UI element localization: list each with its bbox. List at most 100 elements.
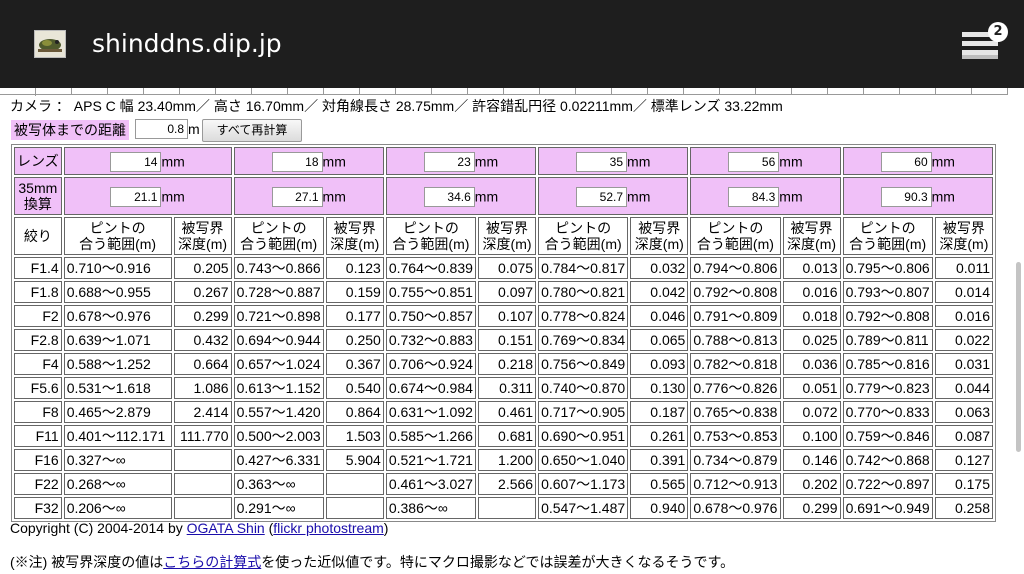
dof-head-line1: 被写界 xyxy=(486,220,529,236)
focus-range-cell: 0.401～112.171 xyxy=(63,425,172,447)
equiv-focal-input[interactable]: 27.1 xyxy=(271,186,323,207)
tabs-button[interactable]: 2 xyxy=(960,22,1010,66)
cutoff-cell xyxy=(864,88,900,95)
unit-label: mm xyxy=(931,153,955,170)
distance-input[interactable]: 0.8 xyxy=(135,119,188,139)
equiv-focal-input[interactable]: 52.7 xyxy=(576,186,628,207)
equiv-label: 35mm 換算 xyxy=(14,177,62,215)
dof-cell: 0.123 xyxy=(325,257,384,279)
cutoff-cell xyxy=(396,88,432,95)
cutoff-cell xyxy=(936,88,972,95)
dof-cell: 0.100 xyxy=(782,425,841,447)
equiv-focal-input[interactable]: 90.3 xyxy=(880,186,932,207)
dof-cell: 0.175 xyxy=(934,473,993,495)
focus-range-header: ピントの 合う範囲(m) xyxy=(538,217,629,255)
focus-head-line2: 合う範囲(m) xyxy=(544,236,622,252)
focus-range-cell: 0.734～0.879 xyxy=(690,449,781,471)
equiv-focal-input[interactable]: 84.3 xyxy=(728,186,780,207)
lens-focal-input[interactable]: 18 xyxy=(271,151,323,172)
lens-focal-input[interactable]: 14 xyxy=(110,151,162,172)
cutoff-cell xyxy=(468,88,504,95)
focus-range-cell: 0.788～0.813 xyxy=(690,329,781,351)
recalculate-all-button[interactable]: すべて再計算 xyxy=(202,119,302,142)
dof-cell: 1.086 xyxy=(173,377,232,399)
lens-cell: 35 mm xyxy=(538,147,689,175)
focus-range-cell: 0.769～0.834 xyxy=(538,329,629,351)
focus-range-cell: 0.784～0.817 xyxy=(538,257,629,279)
focus-range-cell: 0.639～1.071 xyxy=(63,329,172,351)
dof-cell: 0.051 xyxy=(782,377,841,399)
note: (※注) 被写界深度の値はこちらの計算式を使った近似値です。特にマクロ撮影などで… xyxy=(10,553,734,571)
focus-range-cell: 0.791～0.809 xyxy=(690,305,781,327)
dof-header: 被写界 深度(m) xyxy=(173,217,232,255)
formula-link[interactable]: こちらの計算式 xyxy=(163,554,261,570)
lens-focal-input[interactable]: 35 xyxy=(576,151,628,172)
focus-range-cell: 0.753～0.853 xyxy=(690,425,781,447)
unit-label: mm xyxy=(931,188,955,205)
dof-cell: 0.093 xyxy=(630,353,689,375)
cutoff-cell xyxy=(756,88,792,95)
unit-label: mm xyxy=(779,153,803,170)
aperture-cell: F1.8 xyxy=(14,281,62,303)
focus-range-cell: 0.779～0.823 xyxy=(842,377,933,399)
dof-head-line2: 深度(m) xyxy=(178,236,228,252)
cutoff-cell xyxy=(72,88,108,95)
focus-range-cell: 0.674～0.984 xyxy=(385,377,477,399)
dof-cell: 0.267 xyxy=(173,281,232,303)
focus-range-cell: 0.776～0.826 xyxy=(690,377,781,399)
scrollbar-thumb[interactable] xyxy=(1016,262,1021,452)
focus-head-line1: ピントの xyxy=(859,220,916,236)
focus-range-cell: 0.363～∞ xyxy=(233,473,324,495)
aperture-cell: F16 xyxy=(14,449,62,471)
dof-header: 被写界 深度(m) xyxy=(934,217,993,255)
dof-cell: 0.011 xyxy=(934,257,993,279)
dof-cell: 0.016 xyxy=(934,305,993,327)
table-row: F8 0.465～2.879 2.414 0.557～1.420 0.864 0.631～… xyxy=(14,401,993,423)
focus-range-cell: 0.710～0.916 xyxy=(63,257,172,279)
dof-cell: 0.018 xyxy=(782,305,841,327)
cutoff-cell xyxy=(900,88,936,95)
dof-cell: 0.940 xyxy=(630,497,689,519)
focus-range-header: ピントの 合う範囲(m) xyxy=(63,217,172,255)
focus-range-header: ピントの 合う範囲(m) xyxy=(233,217,324,255)
dof-cell: 0.130 xyxy=(630,377,689,399)
focus-range-cell: 0.778～0.824 xyxy=(538,305,629,327)
lens-focal-input[interactable]: 56 xyxy=(728,151,780,172)
focus-range-cell: 0.712～0.913 xyxy=(690,473,781,495)
lens-focal-input[interactable]: 60 xyxy=(880,151,932,172)
focus-range-cell: 0.759～0.846 xyxy=(842,425,933,447)
equiv-focal-input[interactable]: 21.1 xyxy=(110,186,162,207)
author-link[interactable]: OGATA Shin xyxy=(187,520,265,536)
dof-cell: 0.311 xyxy=(478,377,537,399)
cutoff-cell xyxy=(252,88,288,95)
cutoff-cell xyxy=(144,88,180,95)
cutoff-cell xyxy=(792,88,828,95)
lens-focal-input[interactable]: 23 xyxy=(423,151,475,172)
focus-head-line2: 合う範囲(m) xyxy=(79,236,157,252)
dof-cell: 0.046 xyxy=(630,305,689,327)
dof-cell: 0.014 xyxy=(934,281,993,303)
unit-label: mm xyxy=(627,188,651,205)
equiv-focal-input[interactable]: 34.6 xyxy=(423,186,475,207)
page-top-cutoff xyxy=(0,88,1024,96)
cutoff-cell xyxy=(108,88,144,95)
dof-cell: 0.025 xyxy=(782,329,841,351)
equiv-cell: 34.6 mm xyxy=(385,177,537,215)
focus-range-cell: 0.721～0.898 xyxy=(233,305,324,327)
focus-head-line1: ピントの xyxy=(402,220,459,236)
dof-cell: 0.261 xyxy=(630,425,689,447)
flickr-link[interactable]: flickr photostream xyxy=(273,520,383,536)
note-prefix: (※注) 被写界深度の値は xyxy=(10,554,164,570)
unit-label: mm xyxy=(474,153,499,170)
table-row: F22 0.268～∞ 0.363～∞ 0.461～3.027 2.566 0.607～1… xyxy=(14,473,993,495)
equiv-cell: 21.1 mm xyxy=(63,177,232,215)
aperture-cell: F1.4 xyxy=(14,257,62,279)
dof-cell: 0.159 xyxy=(325,281,384,303)
dof-head-line1: 被写界 xyxy=(181,220,224,236)
focus-range-cell: 0.728～0.887 xyxy=(233,281,324,303)
focus-range-cell: 0.521～1.721 xyxy=(385,449,477,471)
dof-header: 被写界 深度(m) xyxy=(630,217,689,255)
dof-cell: 0.042 xyxy=(630,281,689,303)
table-row: F11 0.401～112.171 111.770 0.500～2.003 1.503 0… xyxy=(14,425,993,447)
table-row: F32 0.206～∞ 0.291～∞ 0.386～∞ 0.547～1.487 0.940… xyxy=(14,497,993,519)
